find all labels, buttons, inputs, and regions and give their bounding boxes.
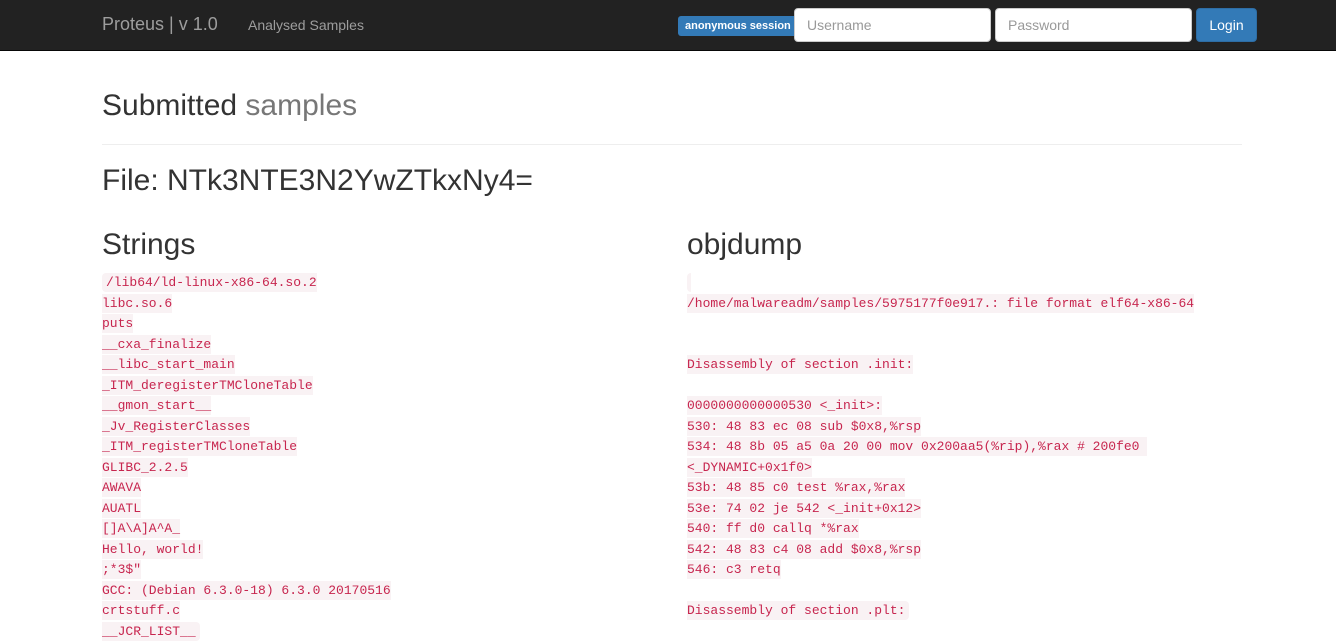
brand-link[interactable]: Proteus | v 1.0: [102, 14, 218, 35]
page-title: Submitted samples: [102, 89, 357, 123]
password-input[interactable]: [995, 8, 1192, 42]
nav-link-analysed-samples[interactable]: Analysed Samples: [248, 17, 364, 33]
objdump-heading: objdump: [687, 228, 803, 261]
page-title-main: Submitted: [102, 89, 238, 122]
divider: [102, 144, 1242, 145]
page-title-sub: samples: [245, 89, 358, 122]
strings-heading: Strings: [102, 228, 196, 261]
username-input[interactable]: [794, 8, 991, 42]
navbar: Proteus | v 1.0 Analysed Samples anonymo…: [0, 0, 1336, 51]
strings-panel: Strings /lib64/ld-linux-x86-64.so.2 libc…: [102, 227, 657, 642]
file-heading: File: NTk3NTE3N2YwZTkxNy4=: [102, 164, 533, 197]
login-button[interactable]: Login: [1196, 8, 1257, 42]
session-badge: anonymous session: [678, 16, 798, 36]
strings-output: /lib64/ld-linux-x86-64.so.2 libc.so.6 pu…: [102, 273, 391, 641]
objdump-output: /home/malwareadm/samples/5975177f0e917.:…: [687, 273, 1195, 620]
objdump-panel: objdump /home/malwareadm/samples/5975177…: [687, 227, 1242, 622]
